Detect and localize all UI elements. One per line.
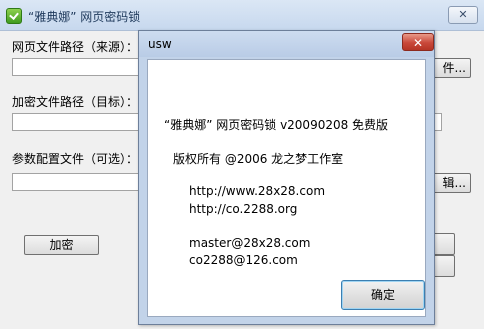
config-file-label: 参数配置文件（可选）： [12,152,139,166]
source-path-label: 网页文件路径（来源）： [12,40,139,54]
website-link-1[interactable]: http://www.28x28.com [189,184,325,198]
encrypt-button[interactable]: 加密 [24,235,99,255]
dialog-close-button[interactable]: ✕ [402,33,434,51]
main-titlebar[interactable]: “雅典娜” 网页密码锁 ✕ [0,0,484,31]
main-close-button[interactable]: ✕ [448,6,478,24]
email-link-1[interactable]: master@28x28.com [189,236,310,250]
about-body: “雅典娜” 网页密码锁 v20090208 免费版 版权所有 @2006 龙之梦… [147,59,426,317]
about-dialog: usw ✕ “雅典娜” 网页密码锁 v20090208 免费版 版权所有 @20… [138,30,435,325]
copyright-line: 版权所有 @2006 龙之梦工作室 [173,152,344,166]
target-path-label: 加密文件路径（目标）： [12,95,139,109]
ok-button[interactable]: 确定 [341,280,425,310]
website-link-2[interactable]: http://co.2288.org [189,202,297,216]
main-window-title: “雅典娜” 网页密码锁 [28,10,141,24]
app-shield-icon [6,8,22,24]
dialog-titlebar[interactable]: usw ✕ [139,31,434,57]
product-name-line: “雅典娜” 网页密码锁 v20090208 免费版 [164,118,389,132]
email-link-2[interactable]: co2288@126.com [189,253,298,267]
dialog-title: usw [148,37,172,51]
